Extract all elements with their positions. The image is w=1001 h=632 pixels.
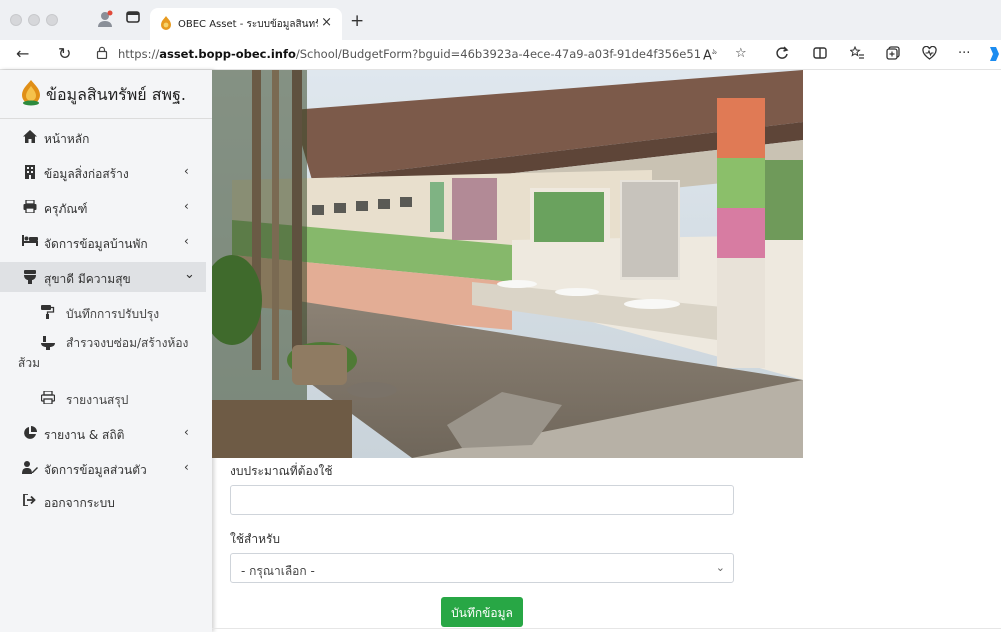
obec-favicon-icon xyxy=(161,16,171,30)
chevron-left-icon: ‹ xyxy=(184,199,189,213)
user-edit-icon xyxy=(22,461,38,477)
refresh-extension-icon[interactable] xyxy=(775,46,789,64)
chevron-left-icon: ‹ xyxy=(184,234,189,248)
sidebar-item-profile[interactable]: จัดการข้อมูลส่วนตัว ‹ xyxy=(0,453,206,483)
chevron-left-icon: ‹ xyxy=(184,164,189,178)
favorite-star-icon[interactable]: ☆ xyxy=(735,46,747,61)
sidebar: ข้อมูลสินทรัพย์ สพฐ. หน้าหลัก ข้อมูลสิ่ง… xyxy=(0,70,212,632)
sidebar-item-label: จัดการข้อมูลบ้านพัก xyxy=(44,237,148,251)
bed-icon xyxy=(22,235,38,249)
favorites-list-icon[interactable] xyxy=(849,45,865,64)
use-for-selected-value: - กรุณาเลือก - xyxy=(241,564,315,578)
print-icon xyxy=(40,390,56,407)
copilot-icon[interactable] xyxy=(986,46,1000,66)
sidebar-item-label: รายงานสรุป xyxy=(66,393,129,407)
sidebar-item-label: ครุภัณฑ์ xyxy=(44,202,88,216)
chevron-down-icon: ⌄ xyxy=(715,561,725,574)
back-arrow-icon[interactable]: ← xyxy=(16,44,29,63)
profile-icon[interactable] xyxy=(96,10,114,32)
budget-label: งบประมาณที่ต้องใช้ xyxy=(230,464,333,478)
pie-chart-icon xyxy=(22,426,38,443)
sidebar-item-label: รายงาน & สถิติ xyxy=(44,428,125,442)
toilet-photo xyxy=(212,70,803,458)
chevron-left-icon: ‹ xyxy=(184,460,189,474)
save-button[interactable]: บันทึกข้อมูล xyxy=(441,597,523,627)
split-screen-icon[interactable] xyxy=(813,46,827,64)
use-for-select[interactable]: - กรุณาเลือก - ⌄ xyxy=(230,553,734,583)
new-tab-icon[interactable]: + xyxy=(350,11,364,31)
chevron-left-icon: ‹ xyxy=(184,425,189,439)
sign-out-icon xyxy=(22,493,38,509)
collections-icon[interactable] xyxy=(886,46,900,64)
sidebar-item-home[interactable]: หน้าหลัก xyxy=(0,122,206,152)
use-for-label: ใช้สำหรับ xyxy=(230,532,281,546)
more-menu-icon[interactable]: ··· xyxy=(958,46,970,61)
sidebar-item-label: บันทึกการปรับปรุง xyxy=(66,307,160,321)
brand[interactable]: ข้อมูลสินทรัพย์ สพฐ. xyxy=(0,70,212,119)
sidebar-item-label: สำรวจงบซ่อม/สร้างห้องส้วม xyxy=(18,336,189,370)
sidebar-subitem-toilet-survey[interactable]: สำรวจงบซ่อม/สร้างห้องส้วม xyxy=(0,330,206,374)
sidebar-item-label: สุขาดี มีความสุข xyxy=(44,272,131,286)
sidebar-item-reports-stats[interactable]: รายงาน & สถิติ ‹ xyxy=(0,418,206,448)
window-zoom-dot[interactable] xyxy=(46,14,58,26)
sidebar-item-label: ข้อมูลสิ่งก่อสร้าง xyxy=(44,167,129,181)
browser-tab[interactable]: OBEC Asset - ระบบข้อมูลสินทรัพ × xyxy=(150,8,342,40)
sidebar-item-label: จัดการข้อมูลส่วนตัว xyxy=(44,463,147,477)
tab-close-icon[interactable]: × xyxy=(321,15,332,30)
building-icon xyxy=(22,165,38,182)
footer-divider xyxy=(212,628,1001,629)
sidebar-item-housing[interactable]: จัดการข้อมูลบ้านพัก ‹ xyxy=(0,227,206,257)
browser-tab-bar: OBEC Asset - ระบบข้อมูลสินทรัพ × + xyxy=(0,0,1001,40)
sidebar-item-label: หน้าหลัก xyxy=(44,132,90,146)
tab-title: OBEC Asset - ระบบข้อมูลสินทรัพ xyxy=(178,19,318,30)
sidebar-item-happy-toilet[interactable]: สุขาดี มีความสุข ⌄ xyxy=(0,262,206,292)
sidebar-item-label: ออกจากระบบ xyxy=(44,496,115,510)
toilet-icon xyxy=(22,270,38,287)
printer-icon xyxy=(22,199,38,216)
window-minimize-dot[interactable] xyxy=(28,14,40,26)
sidebar-subitem-summary-report[interactable]: รายงานสรุป xyxy=(0,383,206,413)
tab-actions-icon[interactable] xyxy=(126,10,140,28)
budget-input[interactable] xyxy=(230,485,734,515)
paint-roller-icon xyxy=(40,305,56,322)
browser-toolbar: ← ↻ https://asset.bopp-obec.info/School/… xyxy=(0,40,1001,70)
reload-icon[interactable]: ↻ xyxy=(58,44,71,63)
sidebar-item-equipment[interactable]: ครุภัณฑ์ ‹ xyxy=(0,192,206,222)
url-text[interactable]: https://asset.bopp-obec.info/School/Budg… xyxy=(118,47,701,61)
obec-logo-icon xyxy=(22,80,40,106)
read-aloud-icon[interactable]: A৯ xyxy=(703,46,717,63)
window-close-dot[interactable] xyxy=(10,14,22,26)
chevron-down-icon: ⌄ xyxy=(184,267,195,282)
browser-essentials-icon[interactable] xyxy=(922,45,937,64)
sidebar-item-logout[interactable]: ออกจากระบบ xyxy=(0,486,206,516)
site-info-icon[interactable] xyxy=(96,46,108,62)
sidebar-subitem-improvement-log[interactable]: บันทึกการปรับปรุง xyxy=(0,297,206,327)
brand-title: ข้อมูลสินทรัพย์ สพฐ. xyxy=(46,85,186,104)
home-icon xyxy=(22,130,38,146)
sidebar-item-buildings[interactable]: ข้อมูลสิ่งก่อสร้าง ‹ xyxy=(0,157,206,187)
